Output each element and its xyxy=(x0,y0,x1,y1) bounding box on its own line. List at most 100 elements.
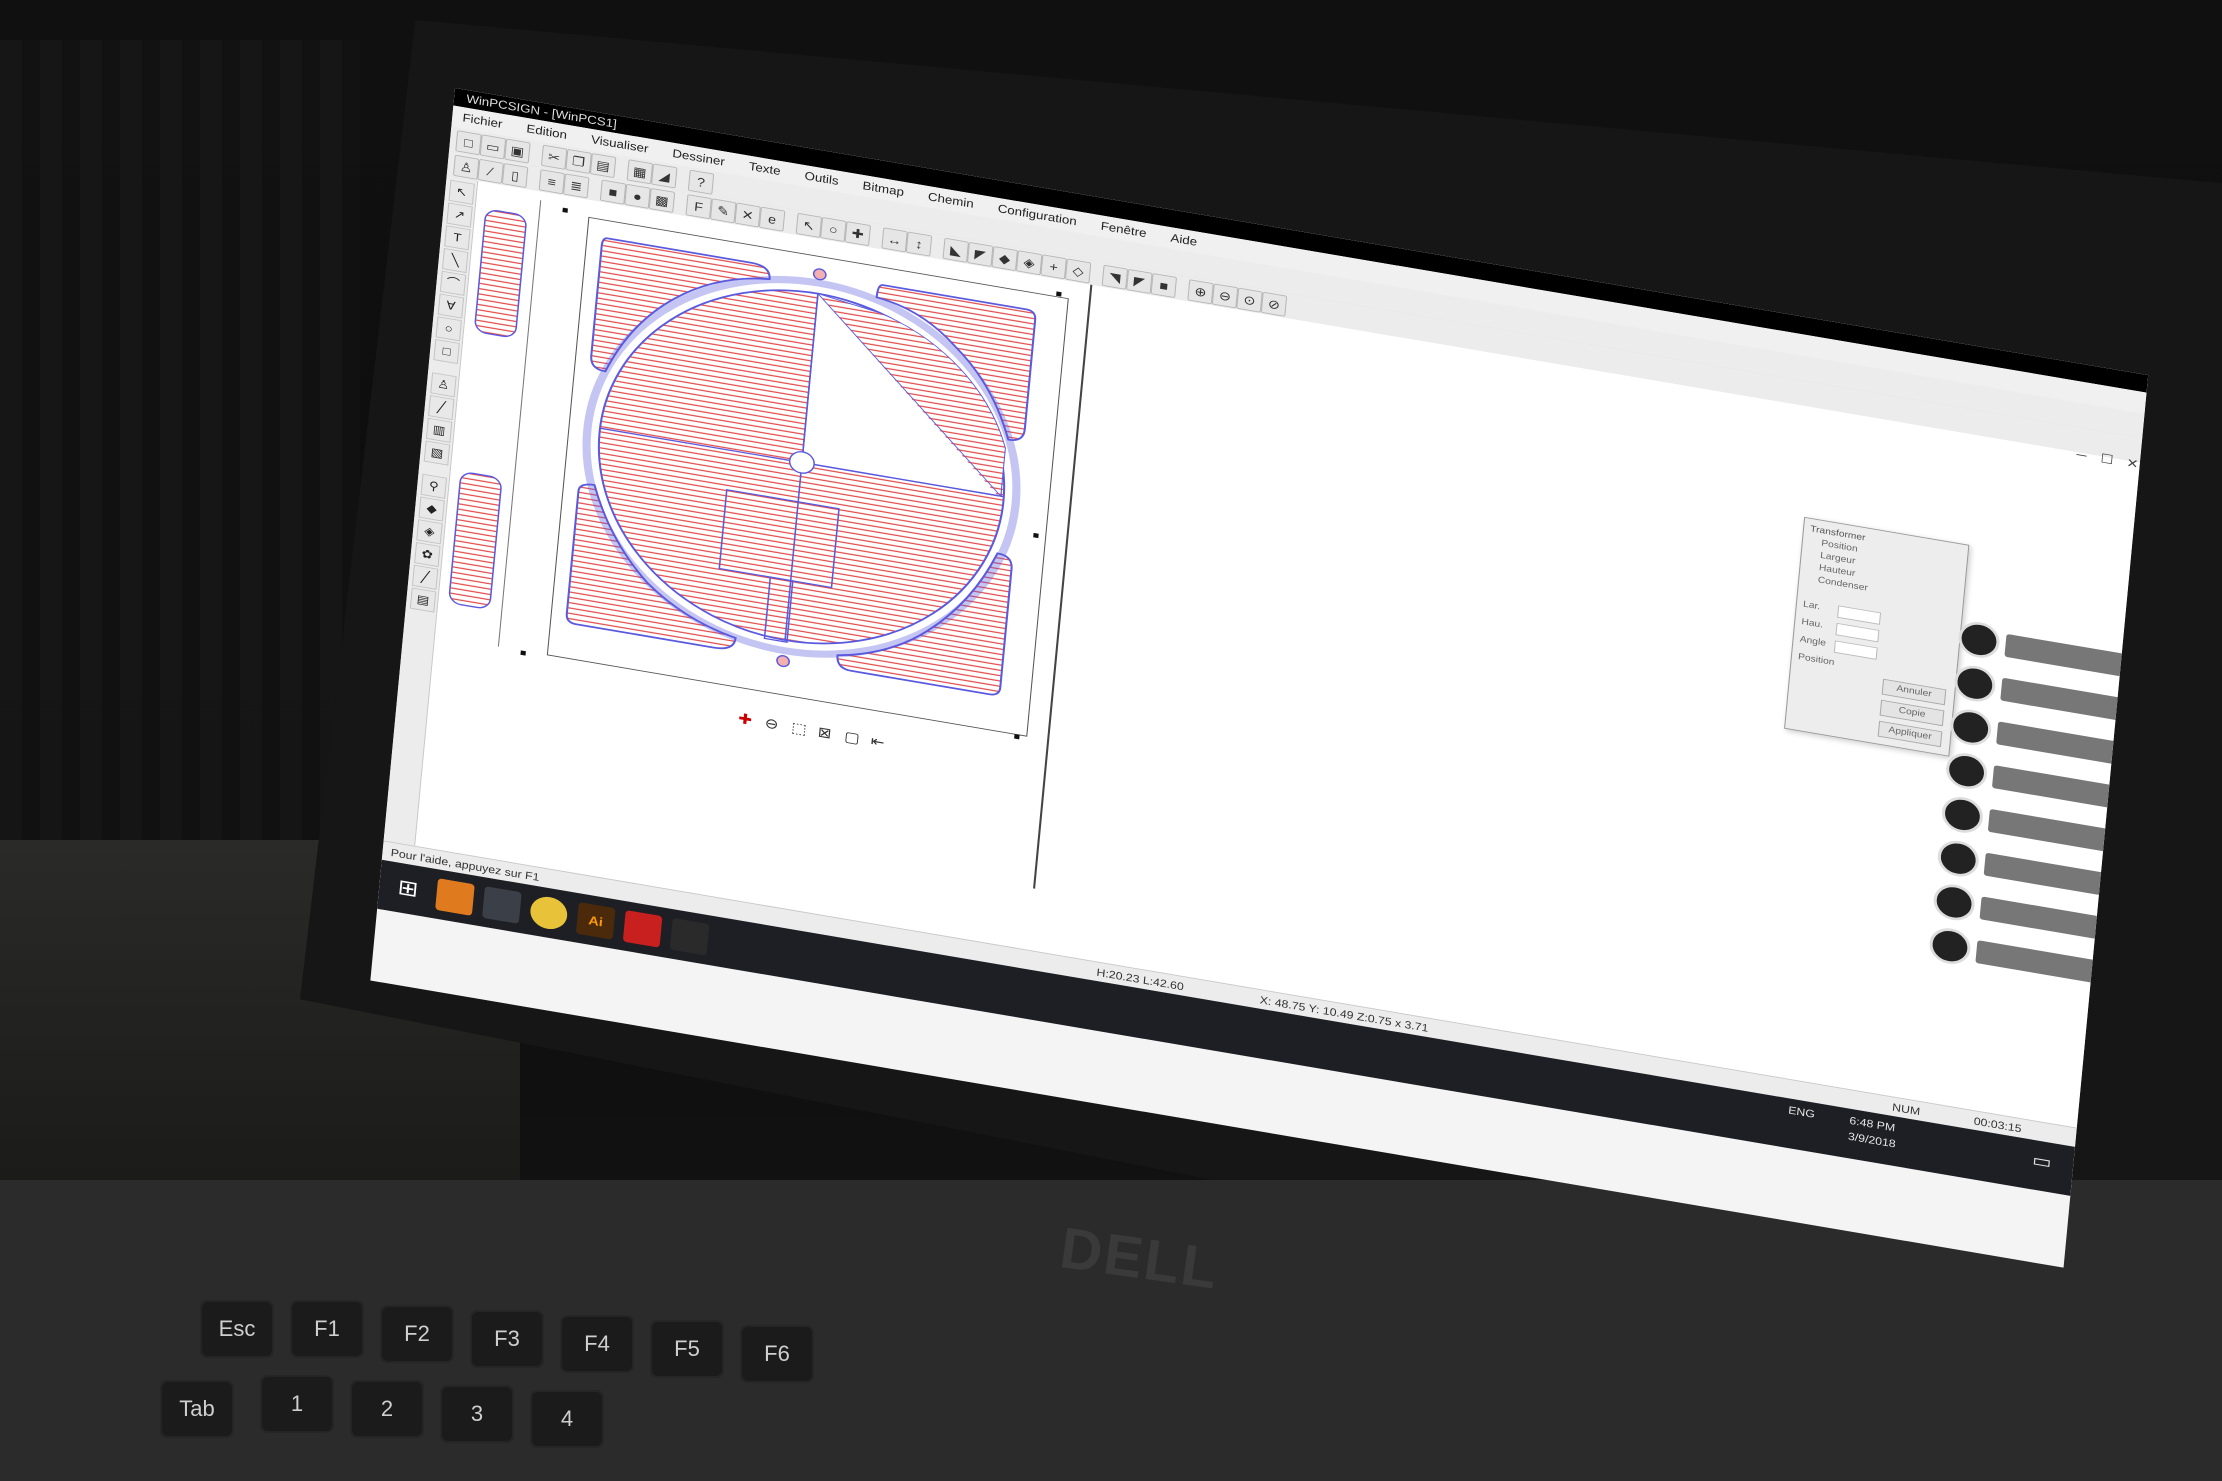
zoom-out-icon[interactable]: ⊖ xyxy=(764,715,779,733)
selection-handle[interactable] xyxy=(1014,734,1020,740)
pointer-icon[interactable]: ↖ xyxy=(795,212,823,238)
zoom-tool-icon[interactable]: ⚲ xyxy=(420,473,448,499)
fill-icon[interactable]: ■ xyxy=(599,179,627,205)
copy-icon[interactable]: ❐ xyxy=(565,148,592,174)
ellipse-tool-icon[interactable]: ○ xyxy=(435,316,462,342)
zoom-in-icon[interactable]: ✚ xyxy=(737,711,752,729)
zoom-d-icon[interactable]: ⊘ xyxy=(1260,291,1288,317)
brush-icon[interactable]: ◆ xyxy=(991,246,1018,272)
save-icon[interactable]: ▣ xyxy=(504,138,531,164)
key-2[interactable]: 2 xyxy=(350,1380,424,1438)
key-4[interactable]: 4 xyxy=(530,1390,604,1448)
zoom-c-icon[interactable]: ⊙ xyxy=(1236,287,1263,313)
zoom-all-icon[interactable]: ⊠ xyxy=(817,724,832,742)
key-esc[interactable]: Esc xyxy=(200,1300,274,1358)
key-1[interactable]: 1 xyxy=(260,1375,334,1433)
stamp-icon[interactable]: ♙ xyxy=(452,154,480,180)
zoom-width-icon[interactable]: ⇤ xyxy=(870,733,885,751)
select-icon[interactable]: ↖ xyxy=(448,179,475,205)
group-icon[interactable]: ▩ xyxy=(648,187,676,214)
mirror-icon[interactable]: ◇ xyxy=(1064,258,1092,284)
windows-start-icon[interactable]: ⊞ xyxy=(388,870,428,908)
vertical-icon[interactable]: ↕ xyxy=(905,231,933,257)
apply-button[interactable]: Appliquer xyxy=(1877,720,1943,748)
field-angle-label: Angle xyxy=(1799,634,1827,649)
eyedropper-tool-icon[interactable]: ╱ xyxy=(411,564,439,590)
palette-tool-icon[interactable]: ✿ xyxy=(414,541,441,568)
line-tool-icon[interactable]: ╲ xyxy=(441,247,469,274)
action-label xyxy=(1996,721,2121,765)
knife-icon[interactable]: ◣ xyxy=(942,237,969,263)
chrome-icon[interactable] xyxy=(528,894,569,932)
new-file-icon[interactable]: □ xyxy=(455,130,482,156)
height-input[interactable] xyxy=(1835,622,1880,643)
key-3[interactable]: 3 xyxy=(440,1385,514,1443)
cut-plotter-icon[interactable]: ◢ xyxy=(651,163,678,189)
vectorize-icon[interactable]: e xyxy=(758,206,786,232)
node-edit-icon[interactable]: ✚ xyxy=(844,221,872,247)
align-left-icon[interactable]: ≡ xyxy=(538,169,566,195)
zoom-b-icon[interactable]: ⊖ xyxy=(1211,283,1239,309)
page-icon[interactable]: ▯ xyxy=(501,162,529,189)
horizontal-icon[interactable]: ↔ xyxy=(881,227,908,253)
tool-b-icon[interactable]: ◤ xyxy=(1126,268,1153,294)
curve-tool-icon[interactable]: ⌒ xyxy=(439,270,467,296)
tray-lang[interactable]: ENG xyxy=(1788,1104,1816,1121)
tool-a-icon[interactable]: ◥ xyxy=(1101,264,1129,290)
open-folder-icon[interactable]: ▭ xyxy=(479,134,507,160)
zoom-a-icon[interactable]: ⊕ xyxy=(1187,279,1214,305)
lasso-icon[interactable]: ○ xyxy=(820,216,847,243)
selection-handle[interactable] xyxy=(1056,291,1062,297)
tree-item-condenser[interactable]: Condenser xyxy=(1817,575,1868,593)
width-input[interactable] xyxy=(1837,605,1882,625)
key-f5[interactable]: F5 xyxy=(650,1320,724,1378)
zoom-window-icon[interactable]: ⬚ xyxy=(791,720,808,738)
stamp-tool-icon[interactable]: ♙ xyxy=(430,372,457,398)
tool-c-icon[interactable]: ■ xyxy=(1150,272,1178,299)
clipboard-tool-icon[interactable]: ▤ xyxy=(409,587,437,613)
sublime-icon[interactable] xyxy=(435,878,475,916)
winpcsign-task-icon[interactable] xyxy=(669,917,710,956)
font-icon[interactable]: F xyxy=(685,194,712,220)
cut-icon[interactable]: ✂ xyxy=(540,144,568,170)
pen-icon[interactable]: ✎ xyxy=(709,198,737,224)
text-tool-icon[interactable]: T xyxy=(444,225,471,251)
key-f2[interactable]: F2 xyxy=(380,1305,454,1363)
color-tool-icon[interactable]: ▧ xyxy=(423,440,451,466)
key-f1[interactable]: F1 xyxy=(290,1300,364,1358)
blade-icon[interactable]: ◤ xyxy=(966,241,994,268)
fill-tool-icon[interactable]: ◆ xyxy=(418,496,445,522)
selection-handle[interactable] xyxy=(1033,532,1039,539)
angle-input[interactable] xyxy=(1833,640,1878,660)
knife-tool-icon[interactable]: ╱ xyxy=(428,394,455,421)
weed-icon[interactable]: ✕ xyxy=(734,202,761,228)
illustrator-icon[interactable]: Ai xyxy=(575,902,616,940)
key-tab[interactable]: Tab xyxy=(160,1380,234,1438)
selection-handle[interactable] xyxy=(562,207,568,213)
paste-icon[interactable]: ▤ xyxy=(589,152,617,179)
rectangle-tool-icon[interactable]: □ xyxy=(433,338,460,365)
notification-icon[interactable]: ▭ xyxy=(2031,1149,2052,1174)
app-icon[interactable] xyxy=(482,886,522,924)
acrobat-icon[interactable] xyxy=(622,910,663,948)
action-label xyxy=(2000,677,2125,722)
align-center-icon[interactable]: ≣ xyxy=(563,173,590,199)
selection-handle[interactable] xyxy=(520,650,526,656)
marker-icon[interactable]: ◈ xyxy=(1015,250,1043,276)
action-label xyxy=(1987,808,2113,853)
key-f3[interactable]: F3 xyxy=(470,1310,544,1368)
zoom-page-icon[interactable]: ▢ xyxy=(844,729,861,747)
snap-icon[interactable]: + xyxy=(1040,254,1067,280)
pen-tool-icon[interactable]: ∀ xyxy=(437,293,465,319)
help-icon[interactable]: ? xyxy=(687,169,715,195)
node-tool-icon[interactable]: ↗ xyxy=(446,202,473,228)
key-f4[interactable]: F4 xyxy=(560,1315,634,1373)
bucket-tool-icon[interactable]: ◈ xyxy=(416,519,443,545)
node-icon[interactable]: ● xyxy=(624,183,651,209)
wand-icon[interactable]: ⁄ xyxy=(477,158,504,184)
action-disc-icon xyxy=(1956,618,2002,661)
action-label xyxy=(1983,852,2109,897)
key-f6[interactable]: F6 xyxy=(740,1325,814,1383)
ruler-tool-icon[interactable]: ▥ xyxy=(425,417,453,443)
print-icon[interactable]: ▦ xyxy=(626,159,654,185)
